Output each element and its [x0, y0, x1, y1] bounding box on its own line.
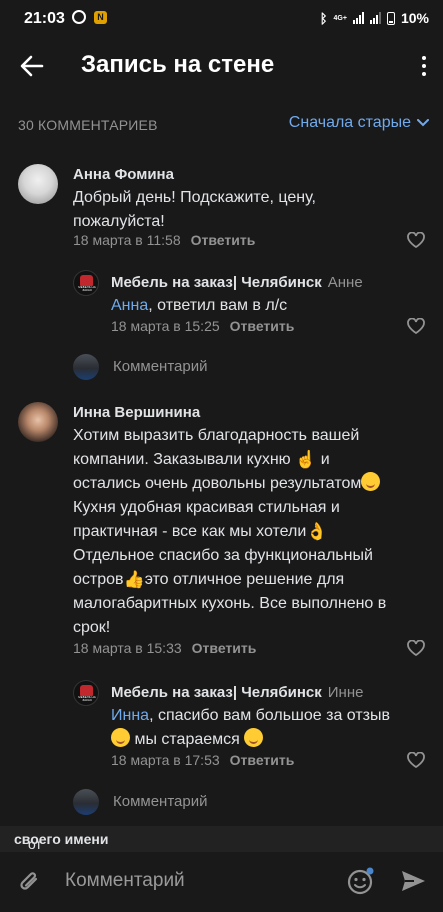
comment-author[interactable]: Анна Фомина	[73, 166, 174, 183]
signal-icon	[352, 12, 364, 24]
comment: Анна Фомина Добрый день! Подскажите, цен…	[0, 160, 443, 260]
comment-date: 18 марта в 15:33	[73, 640, 182, 656]
status-time: 21:03	[24, 10, 65, 27]
send-icon[interactable]	[398, 866, 428, 896]
heart-icon[interactable]	[407, 640, 425, 656]
logo-text: МЕБЕЛЬ НА ЗАКАЗ	[78, 285, 96, 292]
comment-author[interactable]: Мебель на заказ| Челябинск Анне	[111, 274, 363, 291]
relieved-emoji-icon	[243, 728, 263, 747]
comment-meta: 18 марта в 17:53 Ответить	[111, 752, 294, 768]
sort-label: Сначала старые	[288, 114, 411, 131]
comment-reply: МЕБЕЛЬ НА ЗАКАЗ Мебель на заказ| Челябин…	[0, 678, 443, 773]
thumbs-up-emoji-icon: 👍	[123, 570, 145, 589]
comment-date: 18 марта в 15:25	[111, 318, 220, 334]
comments-count: 30 КОММЕНТАРИЕВ	[18, 117, 158, 133]
comment-meta: 18 марта в 15:33 Ответить	[73, 640, 256, 656]
add-comment-label: Комментарий	[113, 793, 208, 810]
reply-button[interactable]: Ответить	[230, 752, 295, 768]
avatar[interactable]: МЕБЕЛЬ НА ЗАКАЗ	[73, 680, 99, 706]
page-title: Запись на стене	[81, 51, 275, 78]
add-comment-label: Комментарий	[113, 358, 208, 375]
notification-icon: N	[94, 11, 107, 24]
mention-link[interactable]: Анна	[111, 297, 148, 314]
battery-icon	[386, 11, 395, 25]
post-as-label: от своего имени	[14, 831, 109, 852]
heart-icon[interactable]	[407, 752, 425, 768]
reply-button[interactable]: Ответить	[192, 640, 257, 656]
comment-input[interactable]: Комментарий	[65, 870, 185, 892]
attach-icon[interactable]	[16, 868, 44, 896]
comment-reply: МЕБЕЛЬ НА ЗАКАЗ Мебель на заказ| Челябин…	[0, 268, 443, 338]
add-comment-row[interactable]: Комментарий	[0, 785, 443, 821]
avatar[interactable]	[18, 164, 58, 204]
status-bar: 21:03 N ᛒ 4G+ 10%	[0, 0, 443, 40]
more-menu-icon[interactable]	[419, 52, 429, 80]
reply-button[interactable]: Ответить	[191, 232, 256, 248]
chevron-down-icon	[417, 119, 429, 127]
heart-icon[interactable]	[407, 232, 425, 248]
smile-emoji-icon	[361, 472, 381, 491]
top-bar: Запись на стене	[0, 40, 443, 94]
reply-to: Инне	[327, 684, 364, 701]
heart-icon[interactable]	[407, 318, 425, 334]
comments-header: 30 КОММЕНТАРИЕВ Сначала старые	[0, 110, 443, 140]
comment-date: 18 марта в 11:58	[73, 232, 181, 248]
comment-text: Хотим выразить благодарность вашей компа…	[73, 427, 387, 636]
comment-text: Добрый день! Подскажите, цену, пожалуйст…	[73, 189, 316, 230]
ok-hand-emoji-icon: 👌	[306, 522, 328, 541]
sort-dropdown[interactable]: Сначала старые	[289, 114, 429, 132]
comment-text: Анна, ответил вам в л/с	[111, 297, 288, 314]
comment-date: 18 марта в 17:53	[111, 752, 220, 768]
network-type: 4G+	[333, 14, 347, 22]
smile-emoji-icon	[111, 728, 130, 747]
post-as-selector[interactable]: от своего имени	[0, 826, 443, 852]
comment-author[interactable]: Инна Вершинина	[73, 404, 200, 421]
comment-text: Инна, спасибо вам большое за отзыв мы ст…	[111, 707, 390, 748]
user-avatar	[73, 354, 99, 380]
comment-composer: Комментарий	[0, 852, 443, 912]
emoji-picker-icon[interactable]	[346, 866, 376, 896]
avatar[interactable]: МЕБЕЛЬ НА ЗАКАЗ	[73, 270, 99, 296]
avatar[interactable]	[18, 402, 58, 442]
reply-to: Анне	[327, 274, 363, 291]
reply-button[interactable]: Ответить	[230, 318, 295, 334]
alarm-icon	[72, 10, 86, 24]
mention-link[interactable]: Инна	[111, 707, 149, 724]
comment-meta: 18 марта в 15:25 Ответить	[111, 318, 294, 334]
battery-level: 10%	[400, 10, 429, 26]
back-arrow-icon[interactable]	[18, 52, 46, 80]
add-comment-row[interactable]: Комментарий	[0, 350, 443, 386]
pointing-emoji-icon: ☝	[295, 450, 317, 469]
user-avatar	[73, 789, 99, 815]
signal-icon-2	[369, 12, 381, 24]
comment: Инна Вершинина Хотим выразить благодарно…	[0, 398, 443, 663]
comment-meta: 18 марта в 11:58 Ответить	[73, 232, 255, 248]
logo-text: МЕБЕЛЬ НА ЗАКАЗ	[78, 695, 96, 702]
comment-author[interactable]: Мебель на заказ| Челябинск Инне	[111, 684, 363, 701]
bluetooth-icon: ᛒ	[319, 10, 328, 26]
